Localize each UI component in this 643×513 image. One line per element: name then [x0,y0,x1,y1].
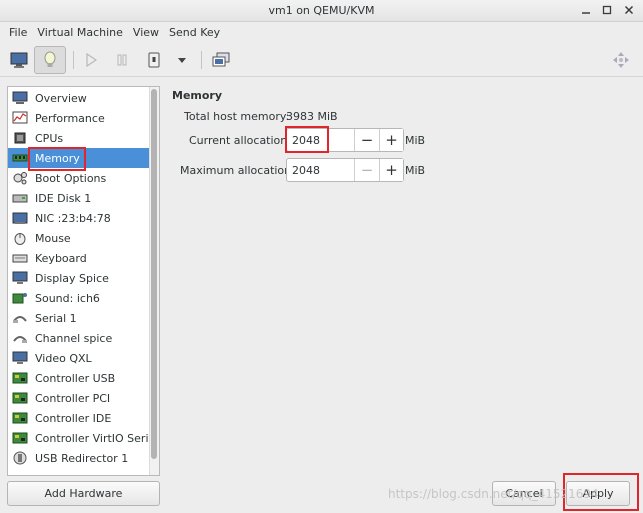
sidebar-item-label: Serial 1 [35,311,77,325]
sidebar-item-ide-disk-1[interactable]: IDE Disk 1 [8,188,150,208]
minimize-icon[interactable] [577,2,595,18]
sidebar-item-video-qxl[interactable]: Video QXL [8,348,150,368]
controller-icon [11,410,29,426]
maximum-allocation-spinner[interactable]: 2048 − + [286,158,404,182]
hardware-list[interactable]: Overview Performance CPUs Memory Boot Op… [7,86,160,476]
watermark: https://blog.csdn.net/qq_41521694 [388,487,599,501]
sidebar-item-boot-options[interactable]: Boot Options [8,168,150,188]
sidebar-item-performance[interactable]: Performance [8,108,150,128]
sidebar-item-label: Overview [35,91,87,105]
run-icon[interactable] [80,46,102,74]
sidebar-item-keyboard[interactable]: Keyboard [8,248,150,268]
current-allocation-label: Current allocation: [189,134,291,147]
maximum-allocation-increment-button[interactable]: + [379,159,403,181]
overview-icon [11,90,29,106]
sidebar-item-label: Mouse [35,231,71,245]
sidebar-item-controller-pci[interactable]: Controller PCI [8,388,150,408]
current-allocation-increment-button[interactable]: + [379,129,403,151]
cpu-icon [11,130,29,146]
controller-icon [11,390,29,406]
sidebar-item-label: Keyboard [35,251,87,265]
current-allocation-unit: MiB [405,134,426,147]
shutdown-icon[interactable] [144,46,164,74]
sidebar-item-label: NIC :23:b4:78 [35,211,111,225]
toolbar-separator [73,51,74,69]
sidebar-item-label: Display Spice [35,271,109,285]
sound-icon [11,290,29,306]
mouse-icon [11,230,29,246]
controller-icon [11,370,29,386]
serial-icon [11,310,29,326]
sidebar-scrollbar-thumb[interactable] [151,89,157,459]
menu-send-key[interactable]: Send Key [164,26,225,39]
current-allocation-decrement-button[interactable]: − [355,129,379,151]
sidebar-item-controller-ide[interactable]: Controller IDE [8,408,150,428]
console-icon[interactable] [6,46,32,74]
sidebar-item-channel-spice[interactable]: Channel spice [8,328,150,348]
video-icon [11,350,29,366]
sidebar-item-label: Channel spice [35,331,113,345]
sidebar-item-display-spice[interactable]: Display Spice [8,268,150,288]
channel-icon [11,330,29,346]
sidebar-item-sound[interactable]: Sound: ich6 [8,288,150,308]
menu-view[interactable]: View [128,26,164,39]
sidebar-item-nic[interactable]: NIC :23:b4:78 [8,208,150,228]
memory-icon [11,150,29,166]
sidebar-scrollbar[interactable] [149,87,159,475]
maximum-allocation-input[interactable]: 2048 [287,159,355,181]
sidebar-item-label: Performance [35,111,105,125]
pause-icon[interactable] [111,46,133,74]
menu-file[interactable]: File [4,26,32,39]
sidebar-item-usb-redirector-1[interactable]: USB Redirector 1 [8,448,150,468]
sidebar-item-label: Controller USB [35,371,116,385]
sidebar-item-label: Video QXL [35,351,92,365]
sidebar-item-cpus[interactable]: CPUs [8,128,150,148]
sidebar-item-label: Controller PCI [35,391,111,405]
disk-icon [11,190,29,206]
display-icon [11,270,29,286]
maximum-allocation-label: Maximum allocation: [180,164,295,177]
sidebar-item-label: CPUs [35,131,64,145]
sidebar-item-overview[interactable]: Overview [8,88,150,108]
close-icon[interactable] [620,2,638,18]
sidebar-item-serial-1[interactable]: Serial 1 [8,308,150,328]
maximum-allocation-unit: MiB [405,164,426,177]
sidebar-item-label: IDE Disk 1 [35,191,92,205]
window-title: vm1 on QEMU/KVM [268,4,375,17]
title-bar: vm1 on QEMU/KVM [0,0,643,22]
details-lightbulb-icon[interactable] [34,46,66,74]
sidebar-item-mouse[interactable]: Mouse [8,228,150,248]
sidebar-item-label: Boot Options [35,171,107,185]
keyboard-icon [11,250,29,266]
add-hardware-button[interactable]: Add Hardware [7,481,160,506]
total-host-memory-label: Total host memory: [184,110,290,123]
toolbar-separator [201,51,202,69]
dropdown-arrow-icon[interactable] [174,46,190,74]
memory-highlight-box [28,147,86,171]
sidebar-item-label: Controller IDE [35,411,112,425]
controller-icon [11,430,29,446]
total-host-memory-value: 3983 MiB [286,110,338,123]
sidebar-item-label: Controller VirtIO Serial [35,431,159,445]
section-title: Memory [172,89,223,102]
performance-icon [11,110,29,126]
boot-options-icon [11,170,29,186]
nic-icon [11,210,29,226]
menu-bar: File Virtual Machine View Send Key [0,22,643,42]
current-allocation-highlight-box [285,126,329,153]
maximum-allocation-decrement-button[interactable]: − [355,159,379,181]
toolbar [0,43,643,77]
sidebar-item-controller-virtio-serial[interactable]: Controller VirtIO Serial [8,428,158,448]
menu-virtual-machine[interactable]: Virtual Machine [32,26,128,39]
maximize-icon[interactable] [598,2,616,18]
sidebar-item-label: Sound: ich6 [35,291,100,305]
sidebar-item-controller-usb[interactable]: Controller USB [8,368,150,388]
fullscreen-icon[interactable] [609,46,633,74]
usb-redirector-icon [11,450,29,466]
sidebar-item-label: USB Redirector 1 [35,451,129,465]
snapshots-icon[interactable] [209,46,233,74]
